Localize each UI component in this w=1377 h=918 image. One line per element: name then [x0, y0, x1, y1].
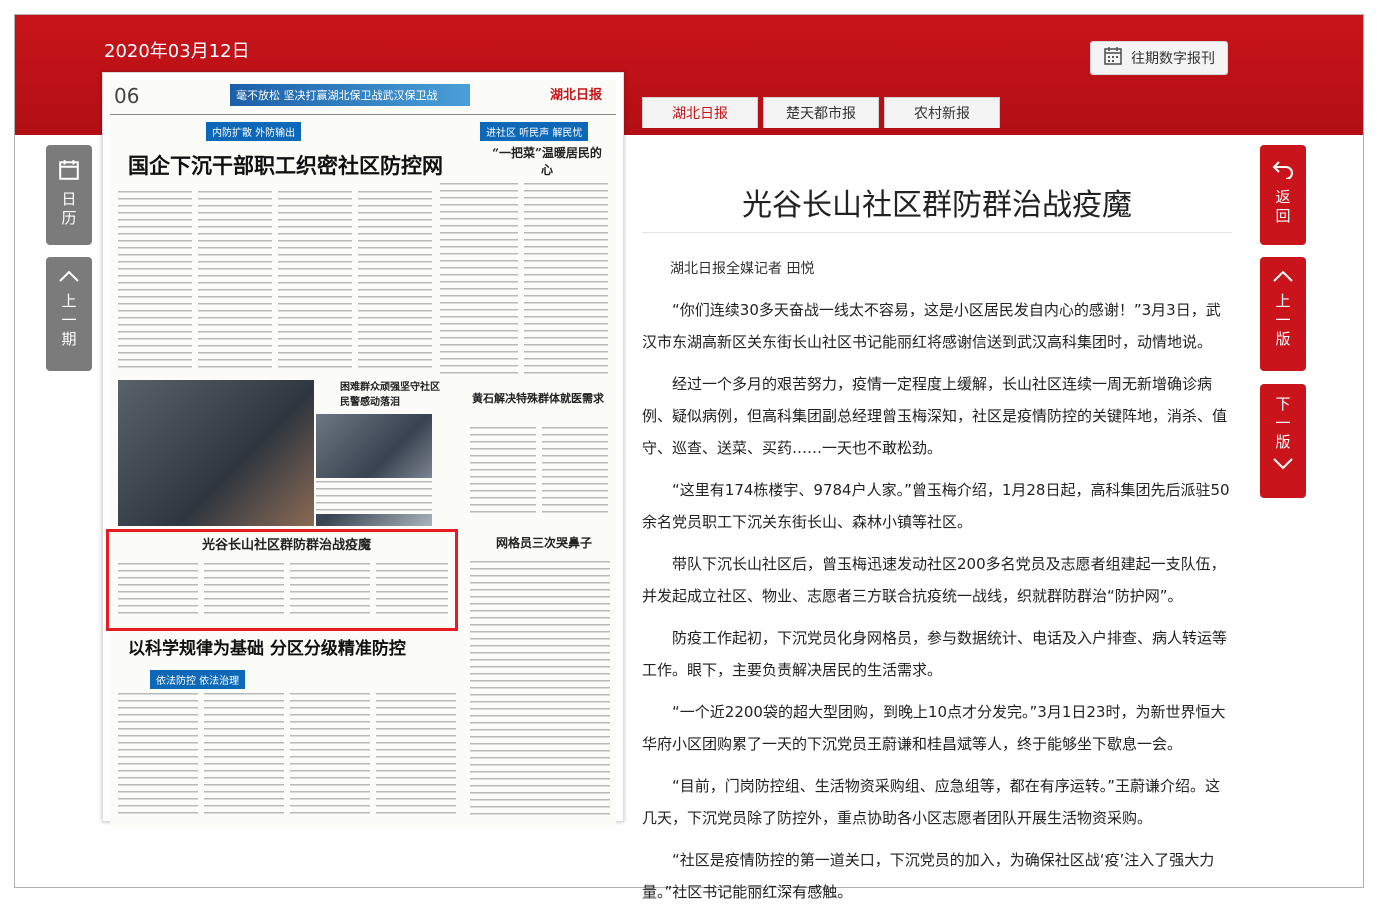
text-column: [358, 188, 432, 372]
article-paragraph: “社区是疫情防控的第一道关口，下沉党员的加入，为确保社区战‘疫’注入了强大力量。…: [642, 851, 1215, 901]
chevron-down-icon: [1272, 457, 1294, 475]
text-column: [198, 188, 272, 372]
article-body: “你们连续30多天奋战一线太不容易，这是小区居民发自内心的感谢！”3月3日，武汉…: [642, 294, 1232, 918]
text-column: [290, 690, 370, 818]
headline-1[interactable]: 国企下沉干部职工织密社区防控网: [128, 150, 443, 180]
text-column: [118, 188, 192, 372]
return-arrow-icon: [1272, 159, 1294, 183]
text-column: [204, 690, 284, 818]
article-paragraph: 经过一个多月的艰苦努力，疫情一定程度上缓解，长山社区连续一周无新增确诊病例、疑似…: [642, 375, 1228, 457]
newspaper-header: 06 毫不放松 坚决打赢湖北保卫战武汉保卫战 湖北日报: [110, 80, 616, 115]
newspaper-page-image[interactable]: 06 毫不放松 坚决打赢湖北保卫战武汉保卫战 湖北日报 内防扩散 外防输出 进社…: [110, 80, 616, 826]
archive-button[interactable]: 往期数字报刊: [1090, 41, 1228, 75]
prev-page-label: 上一版: [1273, 293, 1292, 350]
text-column: [542, 424, 608, 516]
prev-page-button[interactable]: 上一版: [1260, 257, 1306, 371]
prev-issue-button[interactable]: 上一期: [46, 257, 92, 371]
title-divider: [642, 232, 1232, 233]
prev-issue-label: 上一期: [59, 293, 78, 350]
chevron-up-icon: [1272, 269, 1294, 287]
text-column: [524, 180, 608, 376]
article-paragraph: “目前，门岗防控组、生活物资采购组、应急组等，都在有序运转。”王蔚谦介绍。这几天…: [642, 777, 1221, 827]
tab-rural-news[interactable]: 农村新报: [884, 97, 1000, 128]
text-column: [118, 690, 198, 818]
subhead-4[interactable]: 网格员三次哭鼻子: [496, 534, 592, 551]
subhead-3[interactable]: 黄石解决特殊群体就医需求: [472, 390, 612, 406]
text-column: [470, 424, 536, 516]
newspaper-tabs: 湖北日报 楚天都市报 农村新报: [642, 97, 1000, 128]
text-column: [440, 180, 518, 376]
newspaper-banner: 毫不放松 坚决打赢湖北保卫战武汉保卫战: [230, 84, 470, 106]
subhead-2[interactable]: 困难群众顽强坚守社区民警感动落泪: [340, 378, 440, 408]
next-page-button[interactable]: 下一版: [1260, 384, 1306, 498]
section-tag-2: 进社区 听民声 解民忧: [480, 122, 589, 141]
next-page-label: 下一版: [1273, 396, 1292, 453]
article-title: 光谷长山社区群防群治战疫魔: [742, 188, 1132, 223]
text-column: [278, 188, 352, 372]
article-paragraph: “你们连续30多天奋战一线太不容易，这是小区居民发自内心的感谢！”3月3日，武汉…: [642, 301, 1221, 351]
back-button[interactable]: 返回: [1260, 145, 1306, 245]
calendar-icon: [1103, 46, 1123, 70]
tab-hubei-daily[interactable]: 湖北日报: [642, 97, 758, 128]
chevron-up-icon: [58, 269, 80, 287]
calendar-button[interactable]: 日历: [46, 145, 92, 245]
issue-date: 2020年03月12日: [104, 41, 250, 62]
news-photo[interactable]: [118, 380, 314, 526]
article-paragraph: 防疫工作起初，下沉党员化身网格员，参与数据统计、电话及入户排查、病人转运等工作。…: [642, 629, 1228, 679]
tab-chutian-metropolis[interactable]: 楚天都市报: [763, 97, 879, 128]
photo-caption: [316, 478, 432, 514]
page-number: 06: [114, 84, 140, 108]
section-tag-3: 依法防控 依法治理: [150, 670, 246, 689]
text-column: [376, 690, 456, 818]
headline-2[interactable]: 以科学规律为基础 分区分级精准防控: [128, 634, 406, 659]
archive-label: 往期数字报刊: [1131, 51, 1215, 67]
section-tag-1: 内防扩散 外防输出: [206, 122, 302, 141]
calendar-icon: [58, 159, 80, 185]
calendar-label: 日历: [59, 191, 78, 229]
article-paragraph: 带队下沉长山社区后，曾玉梅迅速发动社区200多名党员及志愿者组建起一支队伍，并发…: [642, 555, 1226, 605]
article-byline: 湖北日报全媒记者 田悦: [670, 261, 815, 277]
text-column: [470, 558, 610, 818]
article-paragraph: “这里有174栋楼宇、9784户人家。”曾玉梅介绍，1月28日起，高科集团先后派…: [642, 481, 1230, 531]
article-paragraph: “一个近2200袋的超大型团购，到晚上10点才分发完。”3月1日23时，为新世界…: [642, 703, 1226, 753]
newspaper-masthead: 湖北日报: [550, 88, 603, 103]
back-label: 返回: [1273, 189, 1292, 227]
selected-article-highlight[interactable]: [106, 529, 458, 631]
subhead-1[interactable]: “一把菜”温暖居民的心: [492, 144, 602, 178]
